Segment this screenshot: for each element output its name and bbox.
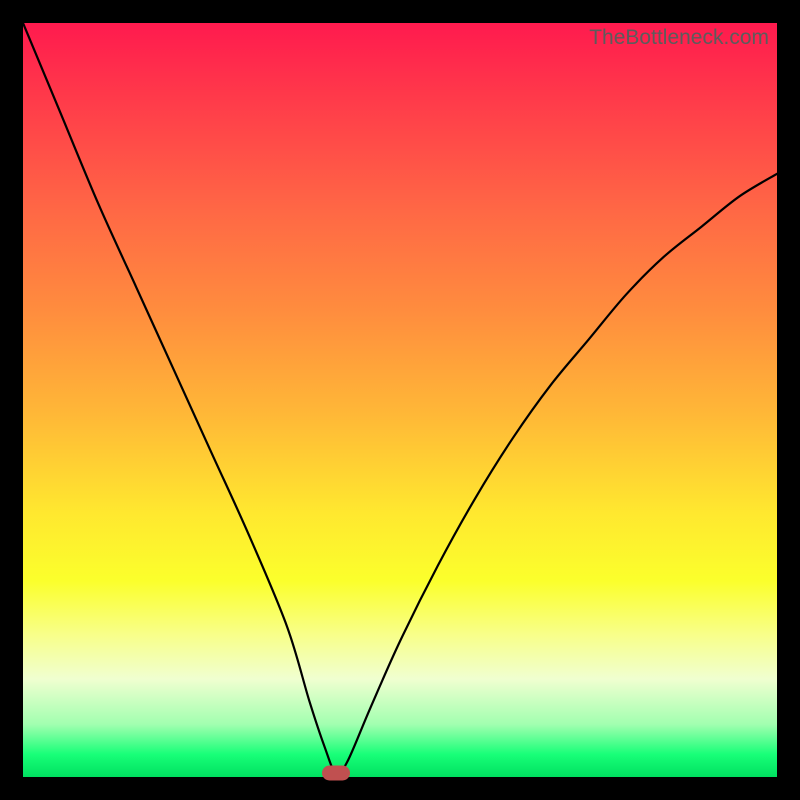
curve-path [23, 23, 777, 774]
optimal-point-marker [322, 766, 350, 781]
plot-area: TheBottleneck.com [23, 23, 777, 777]
chart-frame: TheBottleneck.com [0, 0, 800, 800]
bottleneck-curve [23, 23, 777, 777]
